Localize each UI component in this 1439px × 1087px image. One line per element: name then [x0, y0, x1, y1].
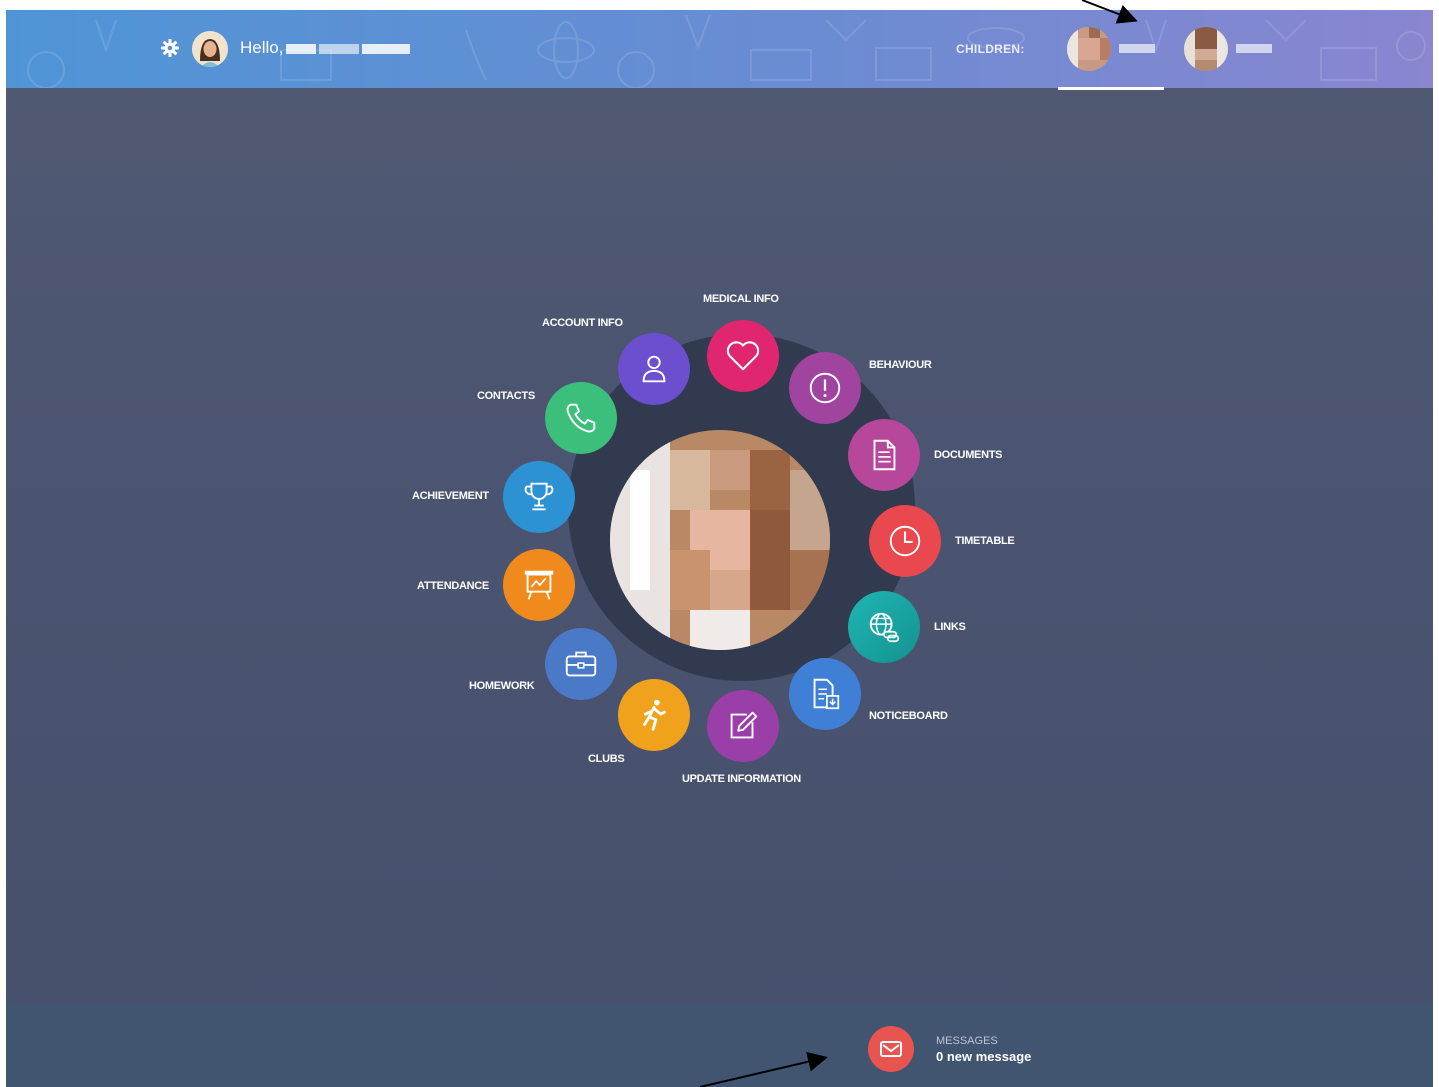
settings-gear-icon[interactable]: [160, 38, 180, 58]
parent-avatar[interactable]: [192, 31, 228, 67]
clock-icon: [889, 525, 921, 557]
messages-count[interactable]: 0 new message: [936, 1049, 1031, 1064]
parent-avatar-illustration: [192, 31, 228, 67]
phone-icon: [566, 403, 596, 433]
globe-link-icon: [869, 612, 900, 643]
running-icon: [643, 699, 666, 731]
behaviour-label[interactable]: BEHAVIOUR: [869, 359, 932, 371]
links-label[interactable]: LINKS: [934, 621, 966, 633]
messages-button[interactable]: [868, 1026, 914, 1072]
homework-button[interactable]: [545, 628, 617, 700]
noticeboard-button[interactable]: [789, 658, 861, 730]
redacted-name: [362, 43, 411, 54]
footer-bar: [6, 1003, 1433, 1087]
child-photo-pixelated: [1184, 27, 1228, 71]
attendance-label[interactable]: ATTENDANCE: [417, 580, 489, 592]
redacted-name: [286, 43, 317, 54]
greeting-label: Hello,: [240, 38, 284, 57]
achievement-label[interactable]: ACHIEVEMENT: [412, 490, 489, 502]
medical-info-button[interactable]: [707, 320, 779, 392]
homework-label[interactable]: HOMEWORK: [469, 680, 535, 692]
student-photo-pixelated: [610, 430, 830, 650]
edit-icon: [730, 711, 758, 739]
greeting-text: Hello,: [240, 38, 411, 58]
user-icon: [642, 355, 666, 383]
clubs-label[interactable]: CLUBS: [588, 753, 625, 765]
student-photo: [610, 430, 830, 650]
achievement-button[interactable]: [503, 461, 575, 533]
attendance-button[interactable]: [503, 549, 575, 621]
trophy-icon: [524, 482, 554, 511]
timetable-label[interactable]: TIMETABLE: [955, 535, 1015, 547]
children-label: CHILDREN:: [956, 42, 1025, 56]
medical-info-label[interactable]: MEDICAL INFO: [703, 293, 779, 305]
clubs-button[interactable]: [618, 679, 690, 751]
behaviour-button[interactable]: [789, 352, 861, 424]
document-icon: [873, 439, 896, 471]
child-avatar: [1067, 27, 1111, 71]
redacted-name: [319, 43, 360, 54]
messages-title: MESSAGES: [936, 1035, 998, 1047]
timetable-button[interactable]: [869, 505, 941, 577]
presentation-icon: [524, 570, 554, 600]
noticeboard-label[interactable]: NOTICEBOARD: [869, 710, 948, 722]
briefcase-icon: [565, 651, 597, 677]
contacts-label[interactable]: CONTACTS: [477, 390, 535, 402]
child-photo-pixelated: [1067, 27, 1111, 71]
child-name-redacted: [1236, 44, 1272, 53]
account-info-button[interactable]: [618, 333, 690, 405]
child-name-redacted: [1119, 44, 1155, 53]
update-information-button[interactable]: [707, 690, 779, 762]
envelope-icon: [880, 1041, 902, 1057]
selected-child-indicator: [1058, 87, 1164, 90]
documents-label[interactable]: DOCUMENTS: [934, 449, 1003, 461]
top-bar: Hello, CHILDREN:: [6, 10, 1433, 88]
noticeboard-icon: [813, 678, 840, 710]
update-information-label[interactable]: UPDATE INFORMATION: [682, 773, 801, 785]
app-frame: Hello, CHILDREN: MEDICAL INFO BEHAVIOUR …: [6, 10, 1433, 1087]
links-button[interactable]: [848, 591, 920, 663]
documents-button[interactable]: [848, 419, 920, 491]
child-avatar: [1184, 27, 1228, 71]
account-info-label[interactable]: ACCOUNT INFO: [542, 317, 623, 329]
contacts-button[interactable]: [545, 382, 617, 454]
heart-icon: [726, 341, 760, 371]
alert-icon: [809, 372, 841, 404]
